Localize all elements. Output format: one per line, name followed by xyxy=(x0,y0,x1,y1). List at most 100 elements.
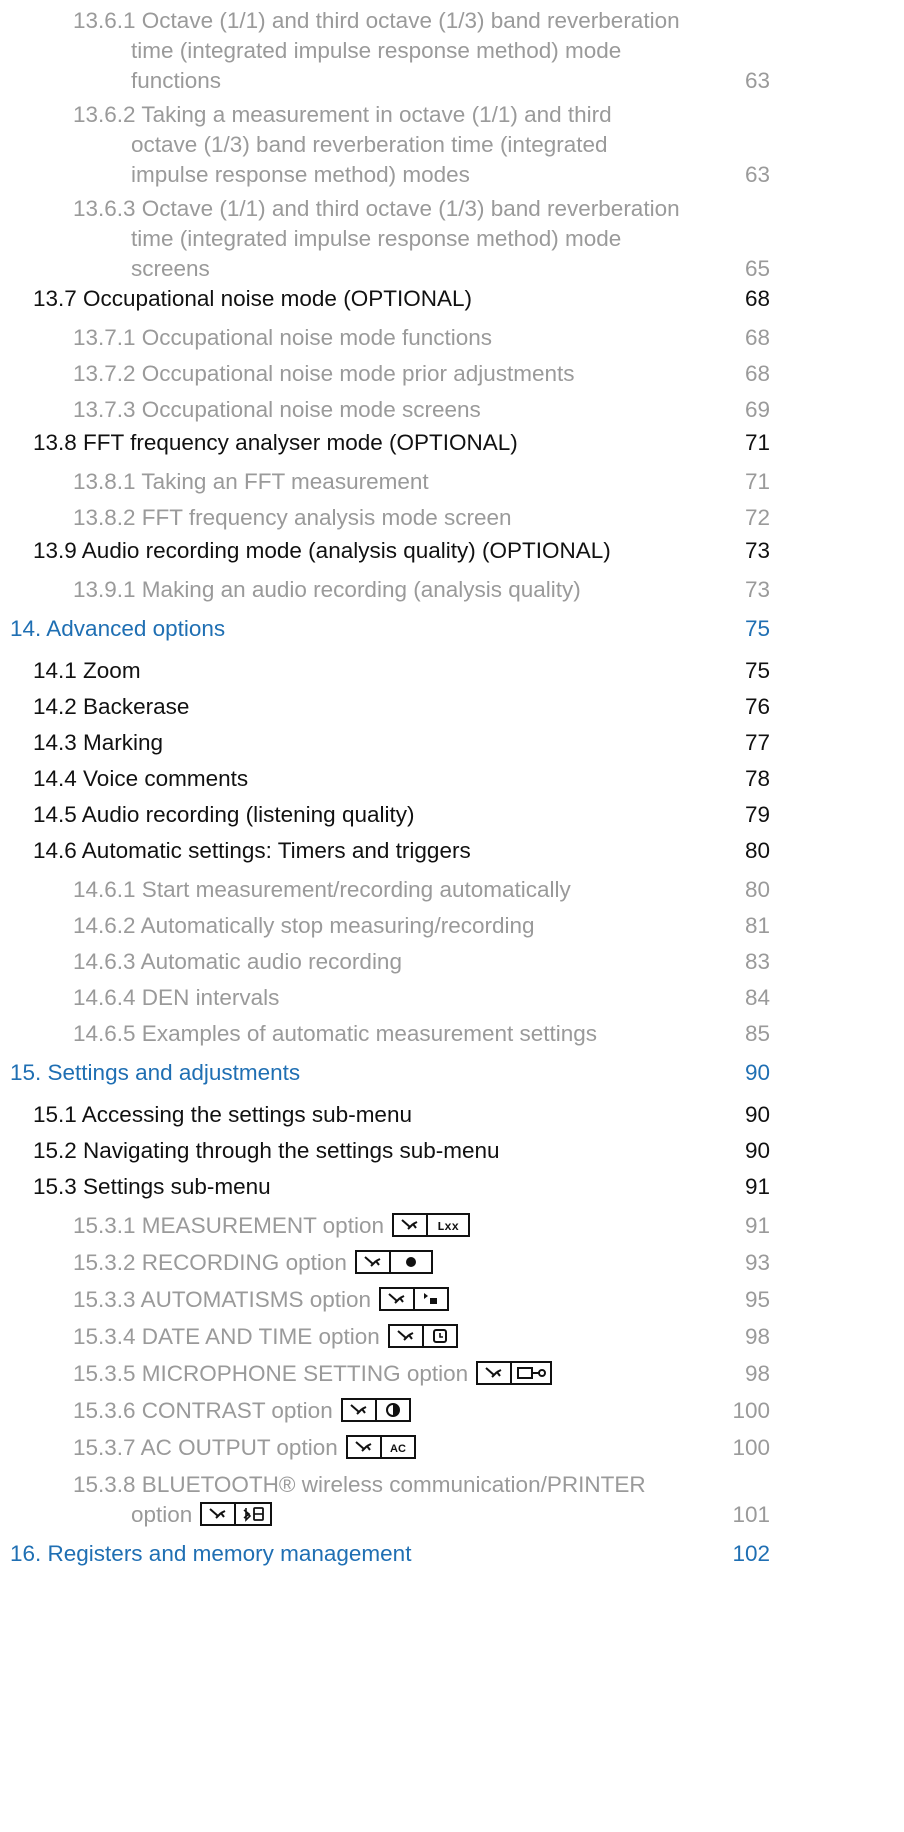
toc-entry-line: 16. Registers and memory management xyxy=(10,1542,732,1566)
toc-entry[interactable]: 14.6.4 DEN intervals 84 xyxy=(0,983,904,1013)
toc-entry-title: 14.6.3 Automatic audio recording xyxy=(0,947,745,977)
toc-entry-page-number: 84 xyxy=(744,985,770,1010)
toc-entry-page-number: 65 xyxy=(744,256,770,281)
toc-entry-title: 14.6 Automatic settings: Timers and trig… xyxy=(0,839,745,863)
toc-entry-page-number: 75 xyxy=(744,616,770,641)
toc-entry-text: 14.2 Backerase xyxy=(33,694,190,719)
toc-entry-line: 14.6.5 Examples of automatic measurement… xyxy=(73,1019,745,1049)
toc-entry[interactable]: 14.4 Voice comments 78 xyxy=(0,767,904,791)
toc-entry[interactable]: 15.3.7 AC OUTPUT option AC 100 xyxy=(0,1433,904,1463)
toc-entry-line: 14.4 Voice comments xyxy=(33,767,745,791)
bt-printer-settings-icon xyxy=(200,1502,273,1526)
toc-entry-line: 15.3.5 MICROPHONE SETTING option xyxy=(73,1359,745,1389)
toc-entry[interactable]: 13.9 Audio recording mode (analysis qual… xyxy=(0,539,904,563)
toc-entry-page-number: 91 xyxy=(744,1213,770,1238)
toc-entry-line: 14.5 Audio recording (listening quality) xyxy=(33,803,745,827)
toc-entry[interactable]: 16. Registers and memory management 102 xyxy=(0,1542,904,1566)
toc-entry[interactable]: 13.7.3 Occupational noise mode screens 69 xyxy=(0,395,904,425)
toc-entry-line: 13.7.3 Occupational noise mode screens xyxy=(73,395,745,425)
toc-entry-page-number: 77 xyxy=(744,730,770,755)
toc-entry[interactable]: 15.1 Accessing the settings sub-menu 90 xyxy=(0,1103,904,1127)
toc-entry-page-number: 101 xyxy=(732,1502,770,1527)
toc-entry-text: 13.6.2 Taking a measurement in octave (1… xyxy=(73,102,612,127)
toc-entry[interactable]: 15.3.2 RECORDING option 93 xyxy=(0,1248,904,1278)
dot-settings-icon xyxy=(354,1250,433,1274)
toc-entry-line: 14.6 Automatic settings: Timers and trig… xyxy=(33,839,745,863)
toc-entry[interactable]: 13.7.2 Occupational noise mode prior adj… xyxy=(0,359,904,389)
toc-entry[interactable]: 14.6.1 Start measurement/recording autom… xyxy=(0,875,904,905)
toc-entry-title: 14.2 Backerase xyxy=(0,695,745,719)
toc-entry[interactable]: 15.3.8 BLUETOOTH® wireless communication… xyxy=(0,1470,904,1530)
toc-entry-title: 13.6.1 Octave (1/1) and third octave (1/… xyxy=(0,6,745,96)
toc-entry-text: 14.6.1 Start measurement/recording autom… xyxy=(73,877,571,902)
toc-entry-title: 14.6.1 Start measurement/recording autom… xyxy=(0,875,745,905)
toc-entry-line: 14.3 Marking xyxy=(33,731,745,755)
toc-entry-line: 15.3.4 DATE AND TIME option xyxy=(73,1322,745,1352)
clock-settings-icon xyxy=(387,1324,458,1348)
toc-entry-text: 14.5 Audio recording (listening quality) xyxy=(33,802,415,827)
toc-entry-title: 14.4 Voice comments xyxy=(0,767,745,791)
toc-entry-title: 15.2 Navigating through the settings sub… xyxy=(0,1139,745,1163)
toc-entry-line: 13.9.1 Making an audio recording (analys… xyxy=(73,575,745,605)
toc-entry[interactable]: 13.9.1 Making an audio recording (analys… xyxy=(0,575,904,605)
toc-entry[interactable]: 13.8.1 Taking an FFT measurement 71 xyxy=(0,467,904,497)
toc-entry-text: 15.3.2 RECORDING option xyxy=(73,1250,347,1275)
toc-entry-title: 14. Advanced options xyxy=(0,617,745,641)
toc-entry-title: 14.1 Zoom xyxy=(0,659,745,683)
toc-entry-title: 15.3.6 CONTRAST option xyxy=(0,1396,732,1426)
toc-entry-text: 13.6.1 Octave (1/1) and third octave (1/… xyxy=(73,8,680,33)
toc-entry-page-number: 80 xyxy=(744,877,770,902)
toc-entry-title: 13.8.2 FFT frequency analysis mode scree… xyxy=(0,503,745,533)
toc-entry[interactable]: 13.8 FFT frequency analyser mode (OPTION… xyxy=(0,431,904,455)
toc-entry[interactable]: 13.6.2 Taking a measurement in octave (1… xyxy=(0,100,904,190)
toc-entry-text: screens xyxy=(131,256,210,281)
toc-entry[interactable]: 14. Advanced options 75 xyxy=(0,617,904,641)
toc-entry[interactable]: 14.1 Zoom 75 xyxy=(0,659,904,683)
toc-entry-page-number: 73 xyxy=(744,577,770,602)
toc-entry-title: 16. Registers and memory management xyxy=(0,1542,732,1566)
toc-entry[interactable]: 14.6.2 Automatically stop measuring/reco… xyxy=(0,911,904,941)
toc-entry-title: 15.3.8 BLUETOOTH® wireless communication… xyxy=(0,1470,732,1530)
toc-entry[interactable]: 15.3.5 MICROPHONE SETTING option 98 xyxy=(0,1359,904,1389)
toc-entry-text: 13.8.2 FFT frequency analysis mode scree… xyxy=(73,505,512,530)
toc-entry[interactable]: 13.7.1 Occupational noise mode functions… xyxy=(0,323,904,353)
toc-entry[interactable]: 14.3 Marking 77 xyxy=(0,731,904,755)
toc-entry-line: 15.1 Accessing the settings sub-menu xyxy=(33,1103,745,1127)
toc-entry[interactable]: 13.6.1 Octave (1/1) and third octave (1/… xyxy=(0,6,904,96)
toc-entry-page-number: 79 xyxy=(744,802,770,827)
toc-entry-line: option xyxy=(73,1500,732,1530)
toc-entry[interactable]: 15.3.4 DATE AND TIME option 98 xyxy=(0,1322,904,1352)
toc-entry[interactable]: 13.7 Occupational noise mode (OPTIONAL) 6… xyxy=(0,287,904,311)
toc-entry-title: 15.3.3 AUTOMATISMS option xyxy=(0,1285,745,1315)
toc-entry[interactable]: 15.3.1 MEASUREMENT option Lxx 91 xyxy=(0,1211,904,1241)
toc-entry-line: 13.8 FFT frequency analyser mode (OPTION… xyxy=(33,431,745,455)
toc-entry-text: time (integrated impulse response method… xyxy=(131,226,622,251)
toc-entry[interactable]: 14.5 Audio recording (listening quality)… xyxy=(0,803,904,827)
toc-entry-page-number: 68 xyxy=(744,361,770,386)
toc-entry[interactable]: 15.3 Settings sub-menu 91 xyxy=(0,1175,904,1199)
toc-entry[interactable]: 14.2 Backerase 76 xyxy=(0,695,904,719)
toc-entry[interactable]: 15.2 Navigating through the settings sub… xyxy=(0,1139,904,1163)
toc-entry-text: 15.3.5 MICROPHONE SETTING option xyxy=(73,1361,469,1386)
toc-entry-page-number: 68 xyxy=(744,286,770,311)
toc-entry[interactable]: 15.3.6 CONTRAST option 100 xyxy=(0,1396,904,1426)
toc-entry-line: 13.8.1 Taking an FFT measurement xyxy=(73,467,745,497)
toc-entry-page-number: 71 xyxy=(744,469,770,494)
toc-entry-title: 13.6.2 Taking a measurement in octave (1… xyxy=(0,100,745,190)
toc-entry[interactable]: 13.8.2 FFT frequency analysis mode scree… xyxy=(0,503,904,533)
toc-entry[interactable]: 13.6.3 Octave (1/1) and third octave (1/… xyxy=(0,194,904,284)
toc-entry-text: 15.3.6 CONTRAST option xyxy=(73,1398,333,1423)
toc-entry[interactable]: 15.3.3 AUTOMATISMS option 95 xyxy=(0,1285,904,1315)
toc-entry-title: 15.3.1 MEASUREMENT option Lxx xyxy=(0,1211,745,1241)
toc-entry-text: 14.6 Automatic settings: Timers and trig… xyxy=(33,838,471,863)
toc-entry[interactable]: 14.6.3 Automatic audio recording 83 xyxy=(0,947,904,977)
toc-entry-text: 13.9.1 Making an audio recording (analys… xyxy=(73,577,581,602)
toc-entry[interactable]: 14.6 Automatic settings: Timers and trig… xyxy=(0,839,904,863)
toc-entry-line: 14.6.2 Automatically stop measuring/reco… xyxy=(73,911,745,941)
toc-entry[interactable]: 15. Settings and adjustments 90 xyxy=(0,1061,904,1085)
toc-entry-line: 15. Settings and adjustments xyxy=(10,1061,745,1085)
toc-entry-text: 13.8.1 Taking an FFT measurement xyxy=(73,469,429,494)
toc-entry-page-number: 91 xyxy=(744,1174,770,1199)
toc-entry[interactable]: 14.6.5 Examples of automatic measurement… xyxy=(0,1019,904,1049)
toc-entry-line: 13.6.2 Taking a measurement in octave (1… xyxy=(73,100,745,130)
